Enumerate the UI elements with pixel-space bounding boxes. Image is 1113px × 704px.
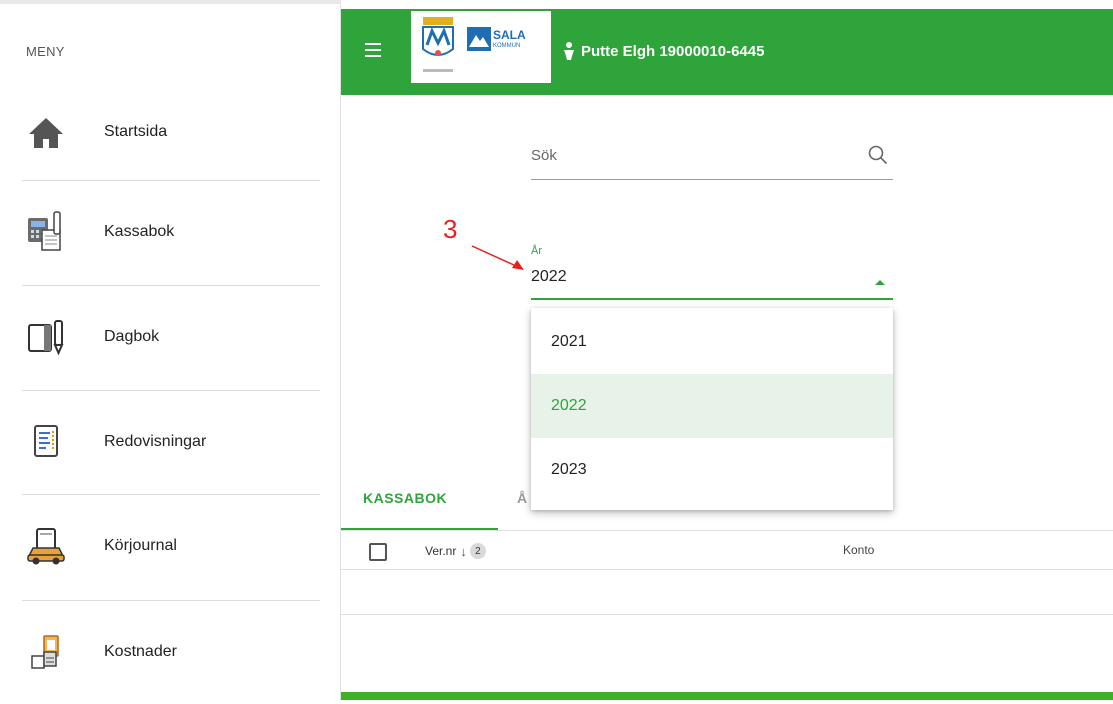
annotation-arrow-icon: [471, 245, 524, 270]
sidebar-item-dagbok[interactable]: Dagbok: [0, 285, 341, 389]
table-header: Ver.nr ↓ 2 Konto: [341, 530, 1113, 570]
table-row-divider: [341, 614, 1113, 615]
caret-up-icon: [875, 280, 885, 285]
diary-icon: [24, 315, 68, 359]
year-option-2023[interactable]: 2023: [531, 438, 893, 502]
sidebar-item-label: Startsida: [104, 123, 168, 140]
year-select[interactable]: År 2022: [531, 238, 893, 300]
year-option-2021[interactable]: 2021: [531, 310, 893, 374]
column-header-konto[interactable]: Konto: [843, 543, 874, 557]
sidebar-item-label: Dagbok: [104, 328, 160, 345]
year-dropdown: 2021 2022 2023: [531, 308, 893, 510]
sidebar-item-korjournal[interactable]: Körjournal: [0, 494, 341, 598]
year-option-2022[interactable]: 2022: [531, 374, 893, 438]
sidebar-item-label: Kostnader: [104, 643, 177, 660]
sidebar-item-label: Kassabok: [104, 223, 175, 240]
app-header: SALA KOMMUN Putte Elgh 19000010-6445: [341, 9, 1113, 95]
bottom-green-bar: [341, 692, 1113, 700]
user-name: Putte Elgh 19000010-6445: [581, 42, 765, 60]
select-all-checkbox[interactable]: [369, 543, 387, 561]
tab-next[interactable]: Å: [517, 490, 527, 506]
report-icon: [24, 420, 68, 464]
search-input[interactable]: [531, 140, 851, 170]
sidebar-item-startsida[interactable]: Startsida: [0, 80, 341, 184]
sidebar-item-redovisningar[interactable]: Redovisningar: [0, 390, 341, 494]
sort-order-badge: 2: [469, 543, 486, 559]
menu-heading: MENY: [26, 44, 65, 59]
sala-mountains-icon: [467, 27, 491, 51]
logo-subtext: KOMMUN: [493, 43, 521, 49]
search-field[interactable]: [531, 140, 893, 180]
tab-label: KASSABOK: [363, 490, 448, 506]
user-info[interactable]: Putte Elgh 19000010-6445: [563, 42, 764, 60]
sidebar: MENY Startsida Kassabok Dagbok Redovisni…: [0, 0, 341, 700]
sort-down-arrow-icon: ↓: [460, 543, 467, 559]
column-header-vernr[interactable]: Ver.nr ↓ 2: [425, 543, 486, 559]
sidebar-item-label: Körjournal: [104, 537, 177, 554]
cashbook-icon: [24, 210, 68, 254]
year-value: 2022: [531, 268, 567, 285]
sidebar-item-kostnader[interactable]: Kostnader: [0, 600, 341, 704]
sidebar-item-kassabok[interactable]: Kassabok: [0, 180, 341, 284]
tab-kassabok[interactable]: KASSABOK: [341, 474, 498, 530]
annotation-number: 3: [443, 214, 458, 244]
home-icon: [24, 110, 68, 154]
logo: SALA KOMMUN: [411, 11, 551, 83]
sidebar-top-border: [0, 0, 341, 4]
hamburger-menu-icon[interactable]: [365, 43, 381, 57]
year-label: År: [531, 245, 542, 257]
coat-of-arms-icon: [422, 17, 454, 72]
search-icon[interactable]: [867, 144, 889, 166]
column-label: Ver.nr: [425, 544, 457, 558]
car-icon: [24, 524, 68, 568]
sidebar-item-label: Redovisningar: [104, 433, 207, 450]
person-icon: [564, 42, 574, 60]
costs-icon: [24, 630, 68, 674]
logo-text: SALA: [493, 28, 526, 42]
